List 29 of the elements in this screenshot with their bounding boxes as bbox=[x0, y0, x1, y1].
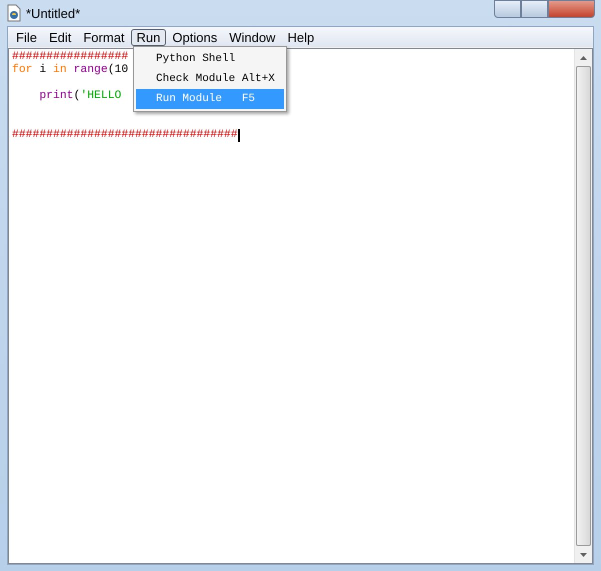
minimize-button[interactable] bbox=[494, 0, 521, 18]
menu-option[interactable]: Python Shell bbox=[136, 49, 284, 69]
window-title: *Untitled* bbox=[26, 6, 80, 20]
code-token: range bbox=[72, 64, 108, 77]
code-token: ################################# bbox=[12, 129, 238, 142]
text-cursor bbox=[238, 129, 240, 142]
scrollbar[interactable] bbox=[574, 49, 592, 563]
code-token: ################# bbox=[12, 51, 128, 64]
menu-item[interactable]: Window bbox=[223, 28, 282, 46]
code-token: in bbox=[53, 64, 67, 77]
scroll-down-icon[interactable] bbox=[580, 552, 587, 556]
code-token: (10 bbox=[108, 64, 128, 77]
maximize-button[interactable] bbox=[521, 0, 548, 18]
code-token: ( bbox=[74, 90, 80, 103]
code-token: print bbox=[38, 90, 74, 103]
scroll-thumb[interactable] bbox=[576, 66, 591, 546]
menu-option[interactable]: Check Module Alt+X bbox=[136, 69, 284, 89]
code-token: i bbox=[38, 64, 48, 77]
menu-item[interactable]: Run bbox=[130, 28, 166, 46]
menu-item[interactable]: Options bbox=[166, 28, 224, 46]
menu-item[interactable]: File bbox=[10, 28, 43, 46]
menu-item[interactable]: Format bbox=[77, 28, 131, 46]
code-token: for bbox=[12, 64, 33, 77]
python-file-icon bbox=[6, 4, 22, 22]
menu-item[interactable]: Edit bbox=[42, 28, 78, 46]
code-token: 'HELLO bbox=[80, 90, 122, 103]
close-button[interactable] bbox=[548, 0, 595, 18]
menu-item[interactable]: Help bbox=[281, 28, 320, 46]
scroll-up-icon[interactable] bbox=[580, 56, 587, 60]
